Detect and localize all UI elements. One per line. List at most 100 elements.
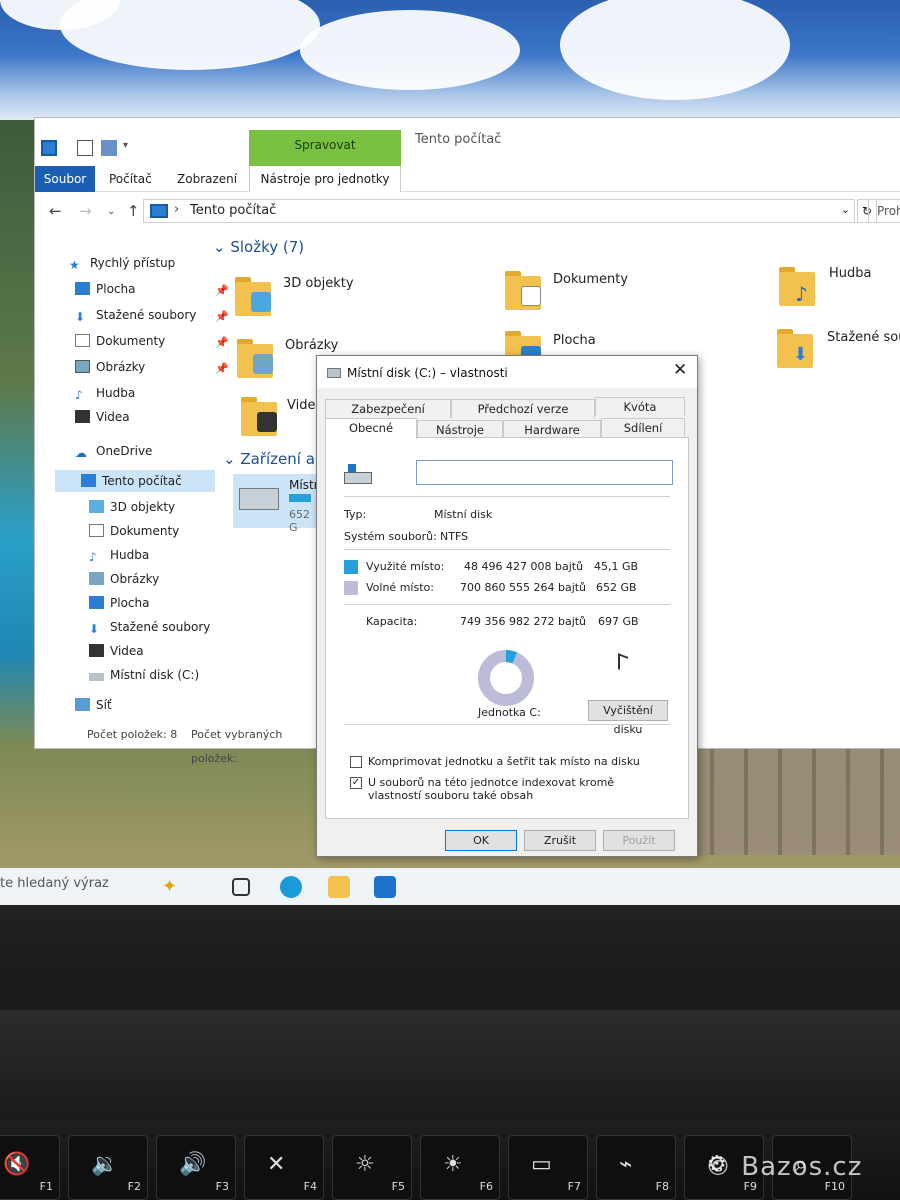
sidebar-item-pc-videos[interactable]: Videa — [89, 640, 144, 662]
compress-checkbox[interactable] — [350, 756, 362, 768]
folders-group-header[interactable]: ⌄ Složky (7) — [213, 238, 304, 256]
cancel-button[interactable]: Zrušit — [524, 830, 596, 851]
address-bar[interactable]: › Tento počítač ⌄ — [143, 199, 855, 223]
disk-usage-donut — [478, 650, 534, 706]
apply-button[interactable]: Použít — [603, 830, 675, 851]
folder-documents-icon[interactable] — [505, 268, 545, 310]
ribbon-context-group-manage: Spravovat — [249, 130, 401, 166]
star-icon: ★ — [69, 258, 80, 272]
key-f8: ⌁ F8 — [596, 1135, 676, 1200]
tab-general[interactable]: Obecné — [325, 418, 417, 439]
sidebar-item-pictures[interactable]: Obrázky — [75, 356, 145, 378]
outlook-icon[interactable] — [374, 876, 396, 898]
sidebar-item-music[interactable]: ♪ Hudba — [75, 382, 135, 404]
free-space-label: Volné místo: — [366, 581, 434, 594]
dialog-title: Místní disk (C:) – vlastnosti — [347, 366, 508, 380]
disk-cleanup-button[interactable]: Vyčištění disku — [588, 700, 668, 736]
chevron-down-icon[interactable]: ▾ — [123, 140, 139, 156]
pin-icon[interactable]: 📌 — [215, 310, 229, 323]
tab-file[interactable]: Soubor — [35, 166, 95, 192]
sidebar-item-pc-downloads[interactable]: ⬇ Stažené soubory — [89, 616, 210, 638]
key-label: F7 — [567, 1180, 581, 1193]
network-icon — [75, 698, 90, 711]
task-view-icon[interactable] — [232, 878, 250, 896]
folder-music-icon[interactable]: ♪ — [779, 264, 819, 306]
key-f3: 🔊 F3 — [156, 1135, 236, 1200]
index-label[interactable]: U souborů na této jednotce indexovat kro… — [368, 776, 648, 802]
compress-label[interactable]: Komprimovat jednotku a šetřit tak místo … — [368, 755, 648, 768]
sidebar-item-network[interactable]: Síť — [75, 694, 112, 716]
index-checkbox[interactable]: ✓ — [350, 777, 362, 789]
filesystem-value: NTFS — [440, 530, 469, 543]
sidebar-item-pc-pictures[interactable]: Obrázky — [89, 568, 159, 590]
tab-security[interactable]: Zabezpečení — [325, 399, 451, 418]
key-f7: ▭ F7 — [508, 1135, 588, 1200]
brightness-up-icon: ☀ — [443, 1152, 463, 1177]
search-input[interactable]: Proh — [868, 199, 900, 223]
folder-label[interactable]: Plocha — [553, 333, 596, 348]
folder-label[interactable]: Stažené soub — [827, 330, 900, 345]
sidebar-item-pc-music[interactable]: ♪ Hudba — [89, 544, 149, 566]
pin-icon[interactable]: 📌 — [215, 284, 229, 297]
tab-previous-versions[interactable]: Předchozí verze — [451, 399, 595, 418]
new-folder-icon[interactable] — [101, 140, 117, 156]
folder-label[interactable]: Obrázky — [285, 338, 338, 353]
sidebar-item-downloads[interactable]: ⬇ Stažené soubory — [75, 304, 196, 326]
sidebar-item-pc-documents[interactable]: Dokumenty — [89, 520, 179, 542]
edge-browser-icon[interactable] — [280, 876, 302, 898]
close-icon[interactable]: ✕ — [673, 360, 687, 380]
pin-icon[interactable]: 📌 — [215, 362, 229, 375]
folder-label[interactable]: 3D objekty — [283, 276, 354, 291]
sidebar-item-quick-access[interactable]: ★ Rychlý přístup — [69, 252, 175, 274]
filesystem-label: Systém souborů: — [344, 530, 437, 543]
tab-view[interactable]: Zobrazení — [169, 166, 245, 192]
capacity-label: Kapacita: — [366, 615, 418, 628]
breadcrumb-this-pc[interactable]: Tento počítač — [190, 203, 276, 218]
music-icon: ♪ — [89, 550, 97, 564]
drive-name-input[interactable] — [416, 460, 673, 485]
folder-label[interactable]: Hudba — [829, 266, 872, 281]
tab-computer[interactable]: Počítač — [101, 166, 160, 192]
dialog-titlebar[interactable]: Místní disk (C:) – vlastnosti ✕ — [317, 356, 697, 388]
tab-drive-tools[interactable]: Nástroje pro jednotky — [249, 166, 401, 192]
video-icon — [75, 410, 90, 423]
computer-icon[interactable] — [41, 140, 57, 156]
breadcrumb-separator-icon: › — [174, 202, 180, 217]
up-icon[interactable]: ↑ — [127, 202, 140, 220]
drive-icon — [89, 673, 104, 681]
folder-videos-icon[interactable] — [241, 394, 281, 436]
folder-label[interactable]: Dokumenty — [553, 272, 628, 287]
sidebar-item-local-disk[interactable]: Místní disk (C:) — [89, 664, 199, 686]
folder-downloads-icon[interactable]: ⬇ — [777, 326, 817, 368]
sidebar-item-videos[interactable]: Videa — [75, 406, 130, 428]
sidebar-item-pc-desktop[interactable]: Plocha — [89, 592, 149, 614]
quick-access-toolbar: ▾ Spravovat Tento počítač — [35, 118, 900, 166]
tab-quota[interactable]: Kvóta — [595, 397, 685, 416]
ok-button[interactable]: OK — [445, 830, 517, 851]
sidebar-item-onedrive[interactable]: ☁ OneDrive — [75, 440, 152, 462]
pin-icon[interactable]: 📌 — [215, 336, 229, 349]
free-space-swatch — [344, 581, 358, 595]
navigation-pane: ★ Rychlý přístup Plocha ⬇ Stažené soubory … — [55, 246, 245, 726]
key-f1: 🔇 F1 — [0, 1135, 60, 1200]
sparkle-icon[interactable]: ✦ — [162, 876, 184, 898]
status-bar: Počet položek: 8 Počet vybraných položek… — [35, 723, 325, 765]
taskbar: te hledaný výraz ✦ — [0, 868, 900, 906]
mic-mute-icon: ✕ — [267, 1152, 286, 1177]
device-local-disk[interactable]: Místní 652 G — [233, 474, 325, 534]
sidebar-item-this-pc[interactable]: Tento počítač — [55, 470, 215, 492]
folder-pictures-icon[interactable] — [237, 336, 277, 378]
sidebar-item-desktop[interactable]: Plocha — [75, 278, 135, 300]
file-explorer-icon[interactable] — [328, 876, 350, 898]
recent-chevron-icon[interactable]: ⌄ — [107, 206, 115, 217]
sidebar-item-documents[interactable]: Dokumenty — [75, 330, 165, 352]
selected-count: Počet vybraných položek: — [191, 728, 283, 765]
chevron-down-icon[interactable]: ⌄ — [841, 203, 850, 216]
tab-sharing[interactable]: Sdílení — [601, 418, 685, 437]
sidebar-item-3d-objects[interactable]: 3D objekty — [89, 496, 175, 518]
taskbar-search-input[interactable]: te hledaný výraz — [0, 876, 109, 891]
properties-icon[interactable] — [77, 140, 93, 156]
back-icon[interactable]: ← — [49, 202, 62, 220]
forward-icon[interactable]: → — [79, 202, 92, 220]
folder-3d-objects-icon[interactable] — [235, 274, 275, 316]
